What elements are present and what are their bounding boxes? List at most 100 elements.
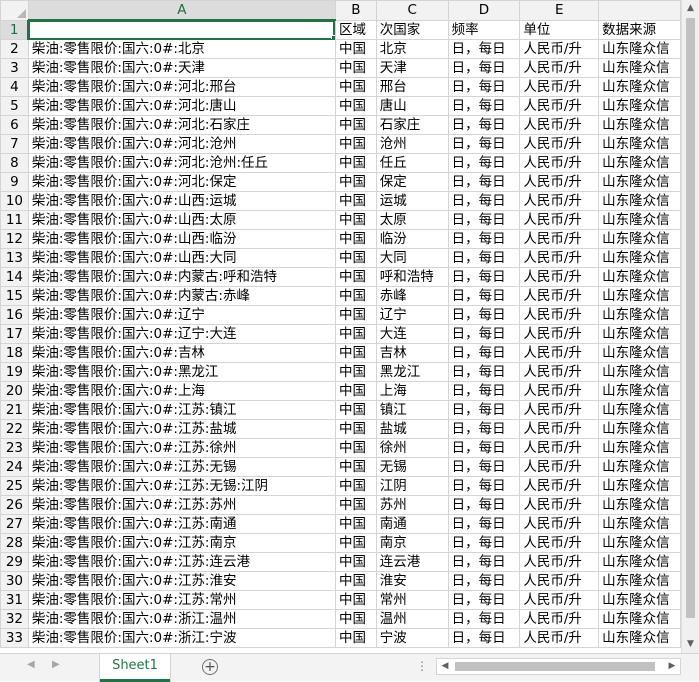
cell[interactable]: 柴油:零售限价:国六:0#:北京 — [27, 39, 336, 59]
cell[interactable]: 人民币/升 — [519, 134, 600, 154]
cell[interactable]: 山东隆众信 — [598, 324, 681, 344]
cell[interactable]: 山东隆众信 — [598, 96, 681, 116]
cell[interactable]: 柴油:零售限价:国六:0#:内蒙古:赤峰 — [27, 286, 336, 306]
tab-splitter-dots-icon[interactable]: ⋮ — [416, 659, 428, 673]
cell[interactable]: 日，每日 — [447, 58, 521, 78]
cell[interactable]: 日，每日 — [447, 400, 521, 420]
row-header[interactable]: 10 — [0, 191, 29, 211]
cell[interactable]: 人民币/升 — [519, 324, 600, 344]
cell[interactable]: 中国 — [334, 514, 377, 534]
cell[interactable]: 大连 — [375, 324, 449, 344]
cell[interactable]: 中国 — [334, 628, 377, 648]
vertical-scrollbar[interactable]: ▲ ▼ — [681, 0, 699, 653]
header-cell[interactable]: 单位 — [519, 19, 600, 40]
cell[interactable]: 人民币/升 — [519, 39, 600, 59]
cell[interactable]: 日，每日 — [447, 248, 521, 268]
cell[interactable]: 山东隆众信 — [598, 39, 681, 59]
cell[interactable]: 山东隆众信 — [598, 514, 681, 534]
cell[interactable]: 日，每日 — [447, 191, 521, 211]
cell[interactable]: 日，每日 — [447, 438, 521, 458]
cell[interactable]: 辽宁 — [375, 305, 449, 325]
cell[interactable]: 日，每日 — [447, 571, 521, 591]
cell[interactable]: 柴油:零售限价:国六:0#:辽宁:大连 — [27, 324, 336, 344]
cell[interactable]: 中国 — [334, 267, 377, 287]
cell[interactable]: 临汾 — [375, 229, 449, 249]
cell[interactable]: 日，每日 — [447, 343, 521, 363]
vertical-scroll-thumb[interactable] — [686, 18, 695, 618]
cell[interactable]: 上海 — [375, 381, 449, 401]
cell[interactable]: 山东隆众信 — [598, 495, 681, 515]
cell[interactable]: 人民币/升 — [519, 210, 600, 230]
cell[interactable]: 人民币/升 — [519, 438, 600, 458]
scroll-down-arrow-icon[interactable]: ▼ — [682, 636, 699, 653]
row-header[interactable]: 13 — [0, 248, 29, 268]
cell[interactable]: 运城 — [375, 191, 449, 211]
cell[interactable]: 日，每日 — [447, 267, 521, 287]
cell[interactable]: 赤峰 — [375, 286, 449, 306]
cell[interactable]: 山东隆众信 — [598, 343, 681, 363]
cell[interactable]: 日，每日 — [447, 229, 521, 249]
cell[interactable]: 柴油:零售限价:国六:0#:江苏:苏州 — [27, 495, 336, 515]
header-cell[interactable]: 区域 — [334, 19, 377, 40]
row-header[interactable]: 25 — [0, 476, 29, 496]
cell[interactable]: 天津 — [375, 58, 449, 78]
cell[interactable]: 中国 — [334, 590, 377, 610]
cell[interactable]: 人民币/升 — [519, 248, 600, 268]
triangle-right-icon[interactable]: ▶ — [52, 659, 60, 670]
cell[interactable]: 日，每日 — [447, 590, 521, 610]
cell[interactable]: 日，每日 — [447, 362, 521, 382]
cell[interactable]: 中国 — [334, 533, 377, 553]
cell[interactable]: 山东隆众信 — [598, 153, 681, 173]
cell[interactable]: 中国 — [334, 381, 377, 401]
cell[interactable]: 中国 — [334, 324, 377, 344]
column-header[interactable]: D — [447, 0, 521, 21]
cell[interactable]: 温州 — [375, 609, 449, 629]
cell[interactable]: 人民币/升 — [519, 286, 600, 306]
header-cell[interactable]: 数据来源 — [598, 19, 681, 40]
cell[interactable]: 人民币/升 — [519, 533, 600, 553]
cell[interactable]: 柴油:零售限价:国六:0#:浙江:宁波 — [27, 628, 336, 648]
cell[interactable]: 日，每日 — [447, 305, 521, 325]
cell[interactable]: 山东隆众信 — [598, 362, 681, 382]
horizontal-scroll-thumb[interactable] — [455, 662, 655, 671]
row-header[interactable]: 2 — [0, 39, 29, 59]
cell[interactable]: 人民币/升 — [519, 191, 600, 211]
cell[interactable]: 人民币/升 — [519, 362, 600, 382]
cell[interactable]: 柴油:零售限价:国六:0#:吉林 — [27, 343, 336, 363]
row-header[interactable]: 33 — [0, 628, 29, 648]
cell[interactable]: 日，每日 — [447, 77, 521, 97]
cell[interactable]: 柴油:零售限价:国六:0#:浙江:温州 — [27, 609, 336, 629]
cell[interactable]: 太原 — [375, 210, 449, 230]
cell[interactable]: 人民币/升 — [519, 495, 600, 515]
cell[interactable]: 日，每日 — [447, 476, 521, 496]
row-header[interactable]: 26 — [0, 495, 29, 515]
cell[interactable]: 山东隆众信 — [598, 400, 681, 420]
cell[interactable]: 大同 — [375, 248, 449, 268]
cell[interactable]: 中国 — [334, 77, 377, 97]
cell[interactable]: 中国 — [334, 438, 377, 458]
cell[interactable]: 柴油:零售限价:国六:0#:江苏:盐城 — [27, 419, 336, 439]
active-cell-a1[interactable] — [27, 19, 336, 40]
cell[interactable]: 日，每日 — [447, 115, 521, 135]
cell[interactable]: 人民币/升 — [519, 609, 600, 629]
row-header[interactable]: 23 — [0, 438, 29, 458]
column-header[interactable]: C — [375, 0, 449, 21]
cell[interactable]: 柴油:零售限价:国六:0#:山西:运城 — [27, 191, 336, 211]
cell[interactable]: 唐山 — [375, 96, 449, 116]
row-header[interactable]: 12 — [0, 229, 29, 249]
cell[interactable]: 中国 — [334, 39, 377, 59]
row-header[interactable]: 15 — [0, 286, 29, 306]
cell[interactable]: 中国 — [334, 495, 377, 515]
row-header[interactable]: 16 — [0, 305, 29, 325]
cell[interactable]: 中国 — [334, 552, 377, 572]
cell[interactable]: 人民币/升 — [519, 172, 600, 192]
cell[interactable]: 柴油:零售限价:国六:0#:天津 — [27, 58, 336, 78]
row-header[interactable]: 5 — [0, 96, 29, 116]
cell[interactable]: 人民币/升 — [519, 229, 600, 249]
cell[interactable]: 南通 — [375, 514, 449, 534]
scroll-right-arrow-icon[interactable]: ▶ — [664, 659, 680, 674]
row-header[interactable]: 21 — [0, 400, 29, 420]
cell[interactable]: 日，每日 — [447, 495, 521, 515]
row-header[interactable]: 29 — [0, 552, 29, 572]
cell[interactable]: 柴油:零售限价:国六:0#:山西:太原 — [27, 210, 336, 230]
